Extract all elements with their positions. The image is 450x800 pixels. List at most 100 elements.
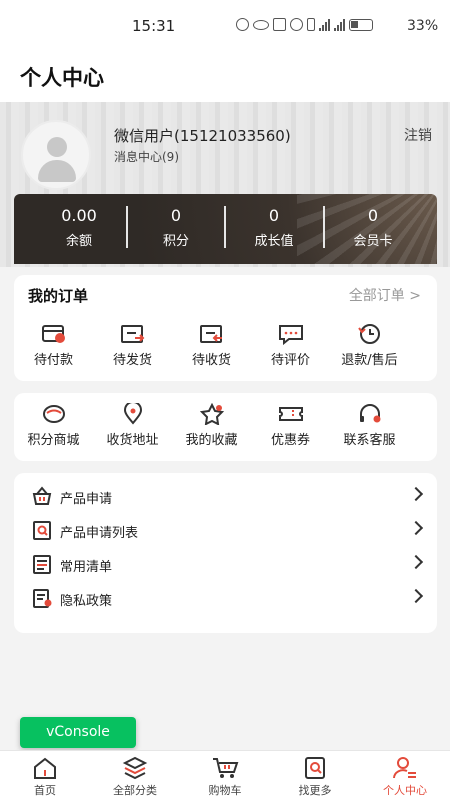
comment-icon: [278, 325, 303, 345]
stat-label: 余额: [65, 234, 92, 249]
tab-profile[interactable]: 个人中心: [360, 751, 450, 800]
stat-label: 会员卡: [353, 234, 393, 249]
order-to-review-label: 待评价: [270, 353, 310, 368]
stats-card: 0.00 余额 0 积分 0 成长值 0 会员卡: [14, 194, 437, 264]
signal-icon: [319, 18, 330, 31]
menu-item-label: 产品申请列表: [60, 526, 139, 541]
layers-icon: [122, 756, 148, 780]
points-icon: [42, 405, 65, 423]
avatar[interactable]: [21, 120, 91, 190]
tab-label: 全部分类: [113, 784, 157, 797]
signal-icon: [334, 18, 345, 31]
order-to-review[interactable]: 待评价: [251, 323, 330, 368]
refund-icon: [357, 324, 380, 344]
stat-label: 积分: [162, 234, 189, 249]
menu-item-privacy-policy[interactable]: 隐私政策: [14, 581, 437, 615]
star-icon: [199, 403, 224, 425]
services-card: 积分商城 收货地址 我的收藏 优惠券 联系客服: [14, 393, 437, 461]
status-icons: [236, 18, 373, 31]
stat-value: 0: [170, 206, 182, 225]
tab-label: 购物车: [208, 784, 242, 797]
order-refund[interactable]: 退款/售后: [330, 323, 409, 368]
eye-icon: [253, 19, 269, 30]
tab-cart[interactable]: 购物车: [180, 751, 270, 800]
chevron-right-icon: [408, 486, 424, 502]
tab-label: 个人中心: [383, 784, 427, 797]
tab-find-more[interactable]: 找更多: [270, 751, 360, 800]
chevron-right-icon: [408, 554, 424, 570]
menu-item-product-apply[interactable]: 产品申请: [14, 479, 437, 513]
orders-title: 我的订单: [28, 287, 89, 305]
title-bar: 个人中心: [0, 52, 450, 102]
tab-all-categories[interactable]: 全部分类: [90, 751, 180, 800]
ship-out-icon: [120, 325, 144, 343]
menu-item-label: 常用清单: [60, 560, 113, 575]
order-to-receive-label: 待收货: [191, 353, 231, 368]
menu-item-label: 产品申请: [60, 492, 113, 507]
user-name: 微信用户(15121033560): [114, 127, 291, 145]
order-to-receive[interactable]: 待收货: [172, 323, 251, 368]
speed-icon: [236, 18, 249, 31]
logout-button[interactable]: 注销: [404, 125, 432, 145]
order-to-ship[interactable]: 待发货: [93, 323, 172, 368]
nfc-icon: [273, 18, 286, 31]
service-coupons[interactable]: 优惠券: [251, 403, 330, 448]
order-pending-payment[interactable]: 待付款: [14, 323, 93, 368]
vconsole-button[interactable]: vConsole: [20, 717, 136, 748]
avatar-head-icon: [47, 137, 67, 157]
stat-value: 0: [367, 206, 379, 225]
chevron-right-icon: [408, 520, 424, 536]
status-bar: 15:31 33%: [0, 0, 450, 52]
stat-growth[interactable]: 0 成长值: [225, 206, 323, 249]
coupon-icon: [278, 407, 303, 421]
alarm-icon: [290, 18, 303, 31]
receive-icon: [199, 325, 222, 343]
bluetooth-icon: [307, 18, 315, 31]
battery-icon: [349, 18, 373, 31]
chevron-right-icon: [408, 588, 424, 604]
service-favorites[interactable]: 我的收藏: [172, 403, 251, 448]
service-favorites-label: 我的收藏: [185, 433, 238, 448]
service-points-mall-label: 积分商城: [27, 433, 80, 448]
avatar-body-icon: [38, 160, 76, 182]
stat-balance[interactable]: 0.00 余额: [30, 206, 128, 249]
tab-label: 找更多: [298, 784, 332, 797]
home-icon: [34, 757, 56, 779]
order-to-ship-label: 待发货: [112, 353, 152, 368]
service-points-mall[interactable]: 积分商城: [14, 403, 93, 448]
bottom-tab-bar: 首页 全部分类 购物车 找更多 个人中心: [0, 750, 450, 800]
all-orders-link[interactable]: 全部订单 >: [349, 285, 421, 305]
page-title: 个人中心: [20, 66, 104, 90]
order-pending-payment-label: 待付款: [33, 353, 73, 368]
service-coupons-label: 优惠券: [270, 433, 310, 448]
stat-points[interactable]: 0 积分: [127, 206, 225, 249]
service-customer-support-label: 联系客服: [343, 433, 396, 448]
stat-value: 0: [268, 206, 280, 225]
menu-item-common-list[interactable]: 常用清单: [14, 547, 437, 581]
tab-home[interactable]: 首页: [0, 751, 90, 800]
cart-icon: [213, 758, 239, 778]
basket-icon: [32, 486, 52, 505]
stat-label: 成长值: [254, 234, 294, 249]
stat-value: 0.00: [61, 206, 97, 225]
menu-item-label: 隐私政策: [60, 594, 113, 609]
policy-icon: [33, 589, 52, 608]
orders-card: 我的订单 全部订单 > 待付款 待发货 待收货 待评价 退款/售后: [14, 275, 437, 381]
services-icon-row: 积分商城 收货地址 我的收藏 优惠券 联系客服: [14, 403, 437, 448]
message-center-link[interactable]: 消息中心(9): [114, 148, 179, 165]
tab-label: 首页: [34, 784, 56, 797]
service-customer-support[interactable]: 联系客服: [330, 403, 409, 448]
stat-member-card[interactable]: 0 会员卡: [324, 206, 422, 249]
orders-icon-row: 待付款 待发货 待收货 待评价 退款/售后: [14, 323, 437, 368]
user-icon: [393, 757, 416, 779]
list-search-icon: [33, 521, 51, 540]
wallet-icon: [41, 325, 65, 343]
battery-percent: 33%: [407, 18, 439, 34]
order-refund-label: 退款/售后: [341, 353, 398, 368]
checklist-icon: [33, 555, 51, 574]
location-icon: [123, 403, 142, 425]
service-address[interactable]: 收货地址: [93, 403, 172, 448]
service-address-label: 收货地址: [106, 433, 159, 448]
headset-icon: [359, 404, 380, 423]
menu-item-product-apply-list[interactable]: 产品申请列表: [14, 513, 437, 547]
